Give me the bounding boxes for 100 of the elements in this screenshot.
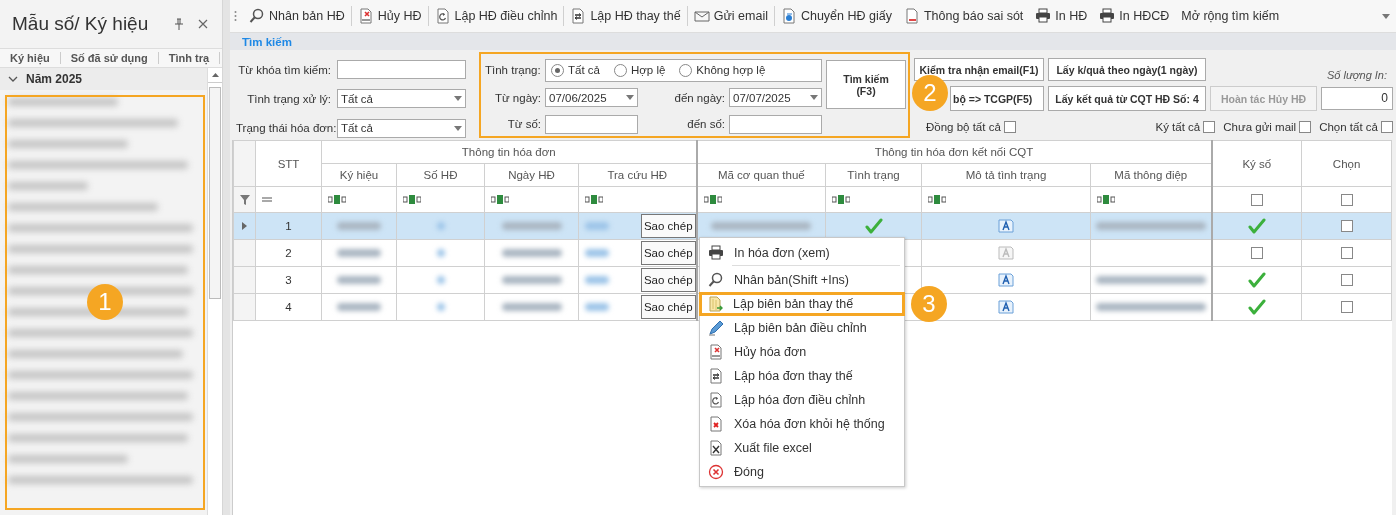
column-group-header: Thông tin hóa đơn kết nối CQT bbox=[696, 140, 1212, 164]
radio-option[interactable]: Tất cả bbox=[551, 63, 600, 77]
toolbar-button[interactable]: Nhân bản HĐ bbox=[243, 4, 351, 28]
search-icon bbox=[708, 272, 724, 288]
text-filter-icon[interactable] bbox=[585, 195, 603, 204]
grip-icon[interactable] bbox=[234, 10, 237, 22]
equals-icon[interactable] bbox=[262, 197, 272, 202]
action-button[interactable]: Lấy kết quả từ CQT HĐ Số: 4 bbox=[1048, 86, 1206, 111]
pin-icon[interactable] bbox=[174, 18, 184, 30]
table-cell: 2 bbox=[255, 239, 322, 267]
input-field[interactable] bbox=[545, 114, 638, 134]
text-filter-icon[interactable] bbox=[1097, 195, 1116, 204]
text-filter-icon[interactable] bbox=[832, 195, 851, 204]
column-header[interactable]: Tra cứu HĐ bbox=[578, 163, 697, 187]
text-filter-icon[interactable] bbox=[928, 195, 947, 204]
description-icon[interactable] bbox=[998, 273, 1015, 287]
toolbar-button[interactable]: In HĐCĐ bbox=[1093, 4, 1176, 28]
printer-icon bbox=[1099, 8, 1116, 24]
column-header[interactable]: Mã thông điệp bbox=[1090, 163, 1212, 187]
text-filter-icon[interactable] bbox=[328, 195, 346, 204]
column-header[interactable]: Mô tả tình trạng bbox=[921, 163, 1091, 187]
dropdown-field[interactable]: Tất cả bbox=[337, 118, 466, 138]
search-button[interactable]: Tìm kiếm (F3) bbox=[826, 60, 906, 109]
column-header[interactable]: Số đã sử dụng bbox=[60, 52, 159, 64]
copy-button[interactable]: Sao chép bbox=[640, 214, 696, 238]
dropdown-caret-icon[interactable] bbox=[454, 125, 462, 131]
filter-icon[interactable] bbox=[239, 194, 250, 205]
menu-item[interactable]: Lập hóa đơn điều chỉnh bbox=[700, 388, 904, 412]
toolbar-button[interactable]: Lập HĐ điều chỉnh bbox=[428, 4, 564, 28]
cancel-document-icon bbox=[708, 344, 724, 360]
action-button[interactable]: Kiểm tra nhận email(F1) bbox=[914, 58, 1044, 81]
dropdown-caret-icon[interactable] bbox=[810, 95, 818, 100]
checkbox[interactable] bbox=[1340, 301, 1353, 313]
menu-item[interactable]: Xuất file excel bbox=[700, 436, 904, 460]
blurred-text bbox=[337, 222, 381, 230]
checkbox[interactable] bbox=[1299, 121, 1312, 133]
field-label: Trạng thái hóa đơn: bbox=[236, 122, 337, 135]
toolbar-button[interactable]: Lập HĐ thay thế bbox=[564, 4, 687, 28]
menu-item[interactable]: Đóng bbox=[700, 460, 904, 484]
menu-item[interactable]: Hủy hóa đơn bbox=[700, 340, 904, 364]
radio-option[interactable]: Hợp lệ bbox=[613, 63, 666, 77]
toolbar-button[interactable]: Mở rộng tìm kiếm bbox=[1175, 4, 1286, 28]
checkbox[interactable] bbox=[1340, 193, 1353, 206]
dropdown-caret-icon[interactable] bbox=[1382, 13, 1390, 19]
toolbar-button[interactable]: Thông báo sai sót bbox=[897, 4, 1030, 28]
column-header[interactable]: Ký hiệu bbox=[0, 52, 61, 64]
column-header[interactable]: Tình trạ bbox=[158, 52, 221, 64]
description-icon[interactable] bbox=[998, 219, 1015, 233]
input-field[interactable] bbox=[729, 114, 822, 134]
column-group-header: Thông tin hóa đơn bbox=[321, 140, 697, 164]
radio-option[interactable]: Không hợp lệ bbox=[679, 63, 766, 77]
field-label: đến số: bbox=[686, 118, 725, 130]
toolbar-button[interactable]: Gửi email bbox=[687, 4, 774, 28]
action-button[interactable]: Lấy k/quả theo ngày(1 ngày) bbox=[1048, 58, 1206, 81]
record-document-icon bbox=[707, 296, 723, 312]
blurred-text bbox=[337, 276, 381, 284]
field-label: Tình trạng xử lý: bbox=[246, 93, 332, 105]
checkbox[interactable] bbox=[1340, 274, 1353, 286]
text-filter-icon[interactable] bbox=[491, 195, 509, 204]
checkbox[interactable] bbox=[1340, 247, 1353, 259]
section-title: Tìm kiếm bbox=[230, 33, 1396, 50]
blurred-text bbox=[436, 249, 445, 257]
checkbox[interactable] bbox=[1340, 220, 1353, 232]
input-field[interactable] bbox=[337, 60, 466, 80]
dropdown-caret-icon[interactable] bbox=[454, 96, 462, 102]
callout-badge: 2 bbox=[912, 75, 948, 111]
column-header[interactable]: STT bbox=[255, 140, 322, 187]
copy-button[interactable]: Sao chép bbox=[640, 295, 696, 319]
blurred-text bbox=[436, 276, 445, 284]
checkbox[interactable] bbox=[1250, 247, 1263, 259]
checkbox[interactable] bbox=[1003, 121, 1016, 133]
date-field[interactable]: 07/07/2025 bbox=[729, 88, 822, 107]
copy-button[interactable]: Sao chép bbox=[640, 268, 696, 292]
checkbox-label: Ký tất cả bbox=[1155, 121, 1201, 133]
dropdown-caret-icon[interactable] bbox=[626, 95, 634, 100]
column-header[interactable]: Ký số bbox=[1211, 140, 1302, 187]
blurred-text bbox=[501, 249, 562, 257]
toolbar-button[interactable]: Hủy HĐ bbox=[351, 4, 428, 28]
checkbox[interactable] bbox=[1381, 121, 1393, 133]
copy-button[interactable]: Sao chép bbox=[640, 241, 696, 265]
menu-item[interactable]: Xóa hóa đơn khỏi hệ thống bbox=[700, 412, 904, 436]
column-header[interactable]: Mã cơ quan thuế bbox=[696, 163, 826, 187]
column-header[interactable]: Chọn bbox=[1301, 140, 1392, 187]
chevron-icon[interactable] bbox=[8, 76, 18, 82]
tree-group[interactable]: Năm 2025 bbox=[0, 68, 207, 90]
input-field[interactable]: 0 bbox=[1321, 87, 1393, 110]
toolbar-button[interactable]: Chuyển HĐ giấy bbox=[774, 4, 898, 28]
menu-item[interactable]: Lập hóa đơn thay thế bbox=[700, 364, 904, 388]
checkbox[interactable] bbox=[1250, 193, 1263, 206]
toolbar-button[interactable]: In HĐ bbox=[1029, 4, 1094, 28]
text-filter-icon[interactable] bbox=[703, 195, 722, 204]
description-icon[interactable] bbox=[998, 300, 1015, 314]
scroll-up-icon[interactable] bbox=[211, 73, 219, 77]
checkbox[interactable] bbox=[1203, 121, 1216, 133]
action-button[interactable]: bộ => TCGP(F5) bbox=[950, 86, 1044, 111]
text-filter-icon[interactable] bbox=[403, 195, 421, 204]
close-icon[interactable] bbox=[198, 19, 208, 29]
date-field[interactable]: 07/06/2025 bbox=[545, 88, 638, 107]
dropdown-field[interactable]: Tất cả bbox=[337, 89, 466, 109]
scrollbar[interactable] bbox=[207, 68, 222, 515]
